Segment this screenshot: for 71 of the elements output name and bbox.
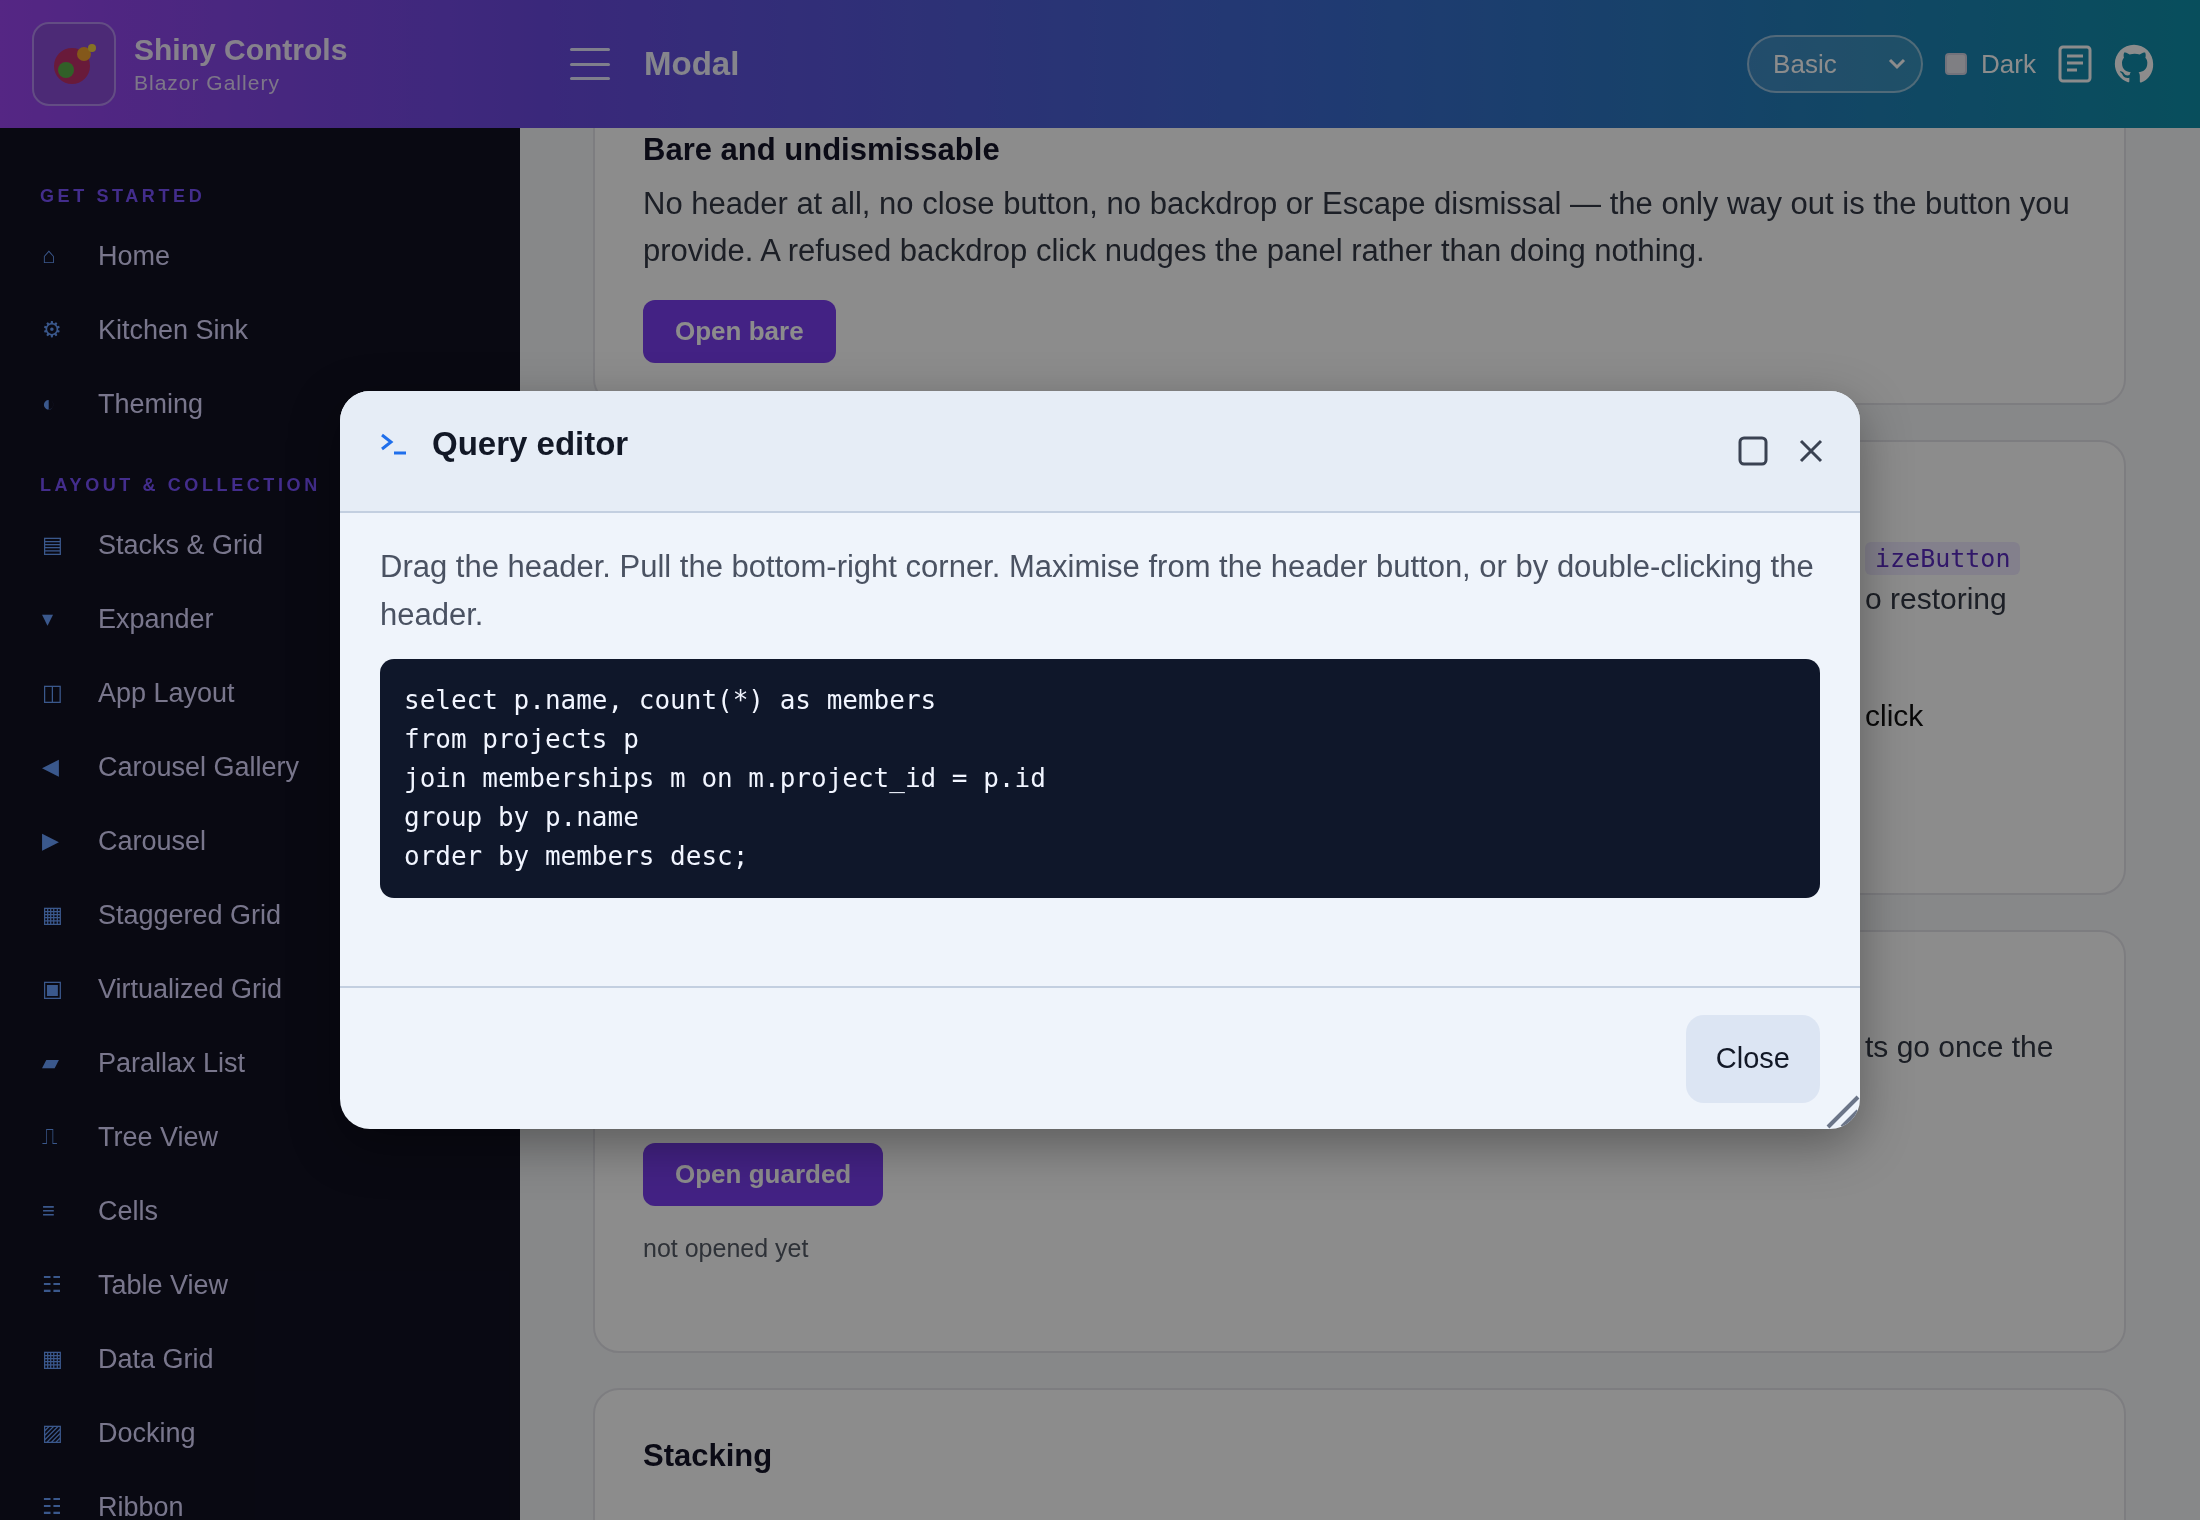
- terminal-icon: [380, 432, 408, 456]
- description-text: click: [1865, 698, 1924, 734]
- open-button[interactable]: Open bare: [643, 300, 836, 363]
- section-label: LAYOUT & COLLECTION: [40, 475, 322, 496]
- nav-item[interactable]: ⌂ Home: [40, 219, 520, 293]
- nav-icon: ▦: [40, 1346, 98, 1372]
- checkbox-label: Dark: [1981, 48, 2036, 80]
- nav-icon: ◀: [40, 754, 98, 780]
- description-text: No header at all, no close button, no backdrop or Escape dismissal — the only way out is the button you provide. A refused backdrop click nudges the panel rather than doing nothing.: [643, 185, 2071, 270]
- nav-icon: ⚙: [40, 317, 98, 343]
- open-button[interactable]: Open guarded: [643, 1143, 884, 1206]
- menu-button[interactable]: [570, 48, 610, 80]
- nav-label: Carousel Gallery: [98, 751, 300, 783]
- nav-item[interactable]: ⚙ Kitchen Sink: [40, 293, 520, 367]
- description-text: ts go once the: [1865, 1029, 2054, 1065]
- chevron-down-icon: [1887, 57, 1908, 71]
- nav-item[interactable]: ⎍ Tree View: [40, 1100, 520, 1174]
- dark-checkbox[interactable]: [1945, 53, 1968, 75]
- close-button[interactable]: [1798, 438, 1824, 464]
- section-heading: Stacking: [643, 1438, 773, 1474]
- code-block: select p.name, count(*) as members from projects p join memberships m on m.project_id = p.id group by p.name order by members desc;: [380, 659, 1820, 898]
- nav-label: Parallax List: [98, 1047, 246, 1079]
- modal-title: Query editor: [432, 425, 629, 463]
- nav-label: Staggered Grid: [98, 899, 282, 931]
- section-heading: Bare and undismissable: [643, 132, 1000, 168]
- nav-item[interactable]: ☷ Ribbon: [40, 1470, 520, 1520]
- nav-icon: ▶: [40, 828, 98, 854]
- nav-icon: ◐: [40, 391, 98, 417]
- nav-item[interactable]: ▨ Docking: [40, 1396, 520, 1470]
- status-text: not opened yet: [643, 1234, 809, 1263]
- nav-icon: ▣: [40, 976, 98, 1002]
- nav-label: Stacks & Grid: [98, 529, 264, 561]
- nav-icon: ☷: [40, 1494, 98, 1520]
- nav-icon: ◫: [40, 680, 98, 706]
- document-icon[interactable]: [2058, 45, 2092, 83]
- nav-label: App Layout: [98, 677, 235, 709]
- nav-label: Tree View: [98, 1121, 219, 1153]
- nav-item[interactable]: ≡ Cells: [40, 1174, 520, 1248]
- nav-label: Table View: [98, 1269, 229, 1301]
- app-subtitle: Blazor Gallery: [134, 71, 281, 95]
- nav-icon: ▾: [40, 606, 98, 632]
- nav-label: Expander: [98, 603, 214, 635]
- nav-label: Theming: [98, 388, 204, 420]
- app-title: Shiny Controls: [134, 33, 348, 67]
- code-snippet: izeButton: [1865, 542, 2021, 575]
- nav-label: Carousel: [98, 825, 207, 857]
- nav-icon: ☷: [40, 1272, 98, 1298]
- nav-label: Data Grid: [98, 1343, 214, 1375]
- logo-icon: [32, 22, 116, 106]
- close-button[interactable]: Close: [1685, 1014, 1820, 1103]
- nav-icon: ⌂: [40, 243, 98, 269]
- page-title: Modal: [644, 45, 740, 83]
- nav-icon: ▨: [40, 1420, 98, 1446]
- nav-icon: ≡: [40, 1198, 98, 1224]
- description-text: o restoring: [1865, 581, 2007, 617]
- nav-label: Kitchen Sink: [98, 314, 249, 346]
- nav-icon: ▤: [40, 532, 98, 558]
- nav-label: Docking: [98, 1417, 196, 1449]
- nav-item[interactable]: ▦ Data Grid: [40, 1322, 520, 1396]
- nav-icon: ▦: [40, 902, 98, 928]
- github-icon[interactable]: [2114, 44, 2154, 84]
- nav-icon: ⎍: [40, 1124, 98, 1150]
- nav-label: Cells: [98, 1195, 158, 1227]
- nav-label: Virtualized Grid: [98, 973, 283, 1005]
- nav-label: Home: [98, 240, 171, 272]
- nav-label: Ribbon: [98, 1491, 184, 1520]
- maximize-button[interactable]: [1738, 436, 1768, 466]
- nav-item[interactable]: ☷ Table View: [40, 1248, 520, 1322]
- nav-icon: ▰: [40, 1050, 98, 1076]
- modal-text: Drag the header. Pull the bottom-right corner. Maximise from the header button, or by double-clicking the header.: [380, 548, 1815, 634]
- section-label: GET STARTED: [40, 186, 207, 207]
